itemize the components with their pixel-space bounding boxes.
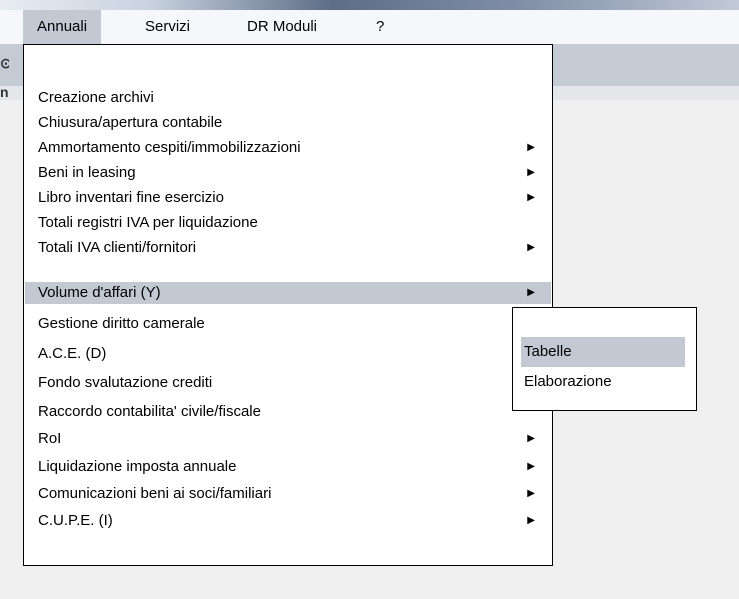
menu-item-comunicazioni-beni[interactable]: Comunicazioni beni ai soci/familiari ▶ <box>25 483 551 505</box>
menu-item-totali-registri-iva[interactable]: Totali registri IVA per liquidazione <box>25 212 551 234</box>
menu-item-label: Ammortamento cespiti/immobilizzazioni <box>38 139 301 156</box>
volume-affari-submenu: Tabelle Elaborazione <box>512 307 697 411</box>
annuali-dropdown-menu: Creazione archivi Chiusura/apertura cont… <box>23 44 553 566</box>
menu-item-fondo-svalutazione[interactable]: Fondo svalutazione crediti <box>25 372 551 394</box>
background-window-text: ne <box>0 84 9 100</box>
menu-item-label: A.C.E. (D) <box>38 345 107 362</box>
submenu-item-elaborazione[interactable]: Elaborazione <box>521 367 685 397</box>
menu-item-ace[interactable]: A.C.E. (D) <box>25 343 551 365</box>
menu-item-label: Gestione diritto camerale <box>38 315 205 332</box>
menu-item-libro-inventari[interactable]: Libro inventari fine esercizio ▶ <box>25 187 551 209</box>
menu-item-label: Totali registri IVA per liquidazione <box>38 214 258 231</box>
submenu-arrow-icon: ▶ <box>527 242 535 253</box>
menu-item-liquidazione-imposta[interactable]: Liquidazione imposta annuale ▶ <box>25 456 551 478</box>
window-title-strip <box>0 0 739 10</box>
submenu-arrow-icon: ▶ <box>527 192 535 203</box>
menu-item-chiusura-apertura[interactable]: Chiusura/apertura contabile <box>25 112 551 134</box>
menu-item-diritto-camerale[interactable]: Gestione diritto camerale <box>25 313 551 335</box>
menu-item-label: C.U.P.E. (I) <box>38 512 113 529</box>
menu-item-label: Raccordo contabilita' civile/fiscale <box>38 403 261 420</box>
submenu-arrow-icon: ▶ <box>527 515 535 526</box>
menu-item-cupe[interactable]: C.U.P.E. (I) ▶ <box>25 510 551 532</box>
menu-item-beni-leasing[interactable]: Beni in leasing ▶ <box>25 162 551 184</box>
menu-item-label: Totali IVA clienti/fornitori <box>38 239 197 256</box>
submenu-arrow-icon: ▶ <box>527 488 535 499</box>
submenu-arrow-icon: ▶ <box>527 287 535 298</box>
menu-item-label: Creazione archivi <box>38 89 154 106</box>
menu-item-label: Beni in leasing <box>38 164 136 181</box>
menu-item-label: Chiusura/apertura contabile <box>38 114 223 131</box>
menu-item-label: RoI <box>38 430 62 447</box>
submenu-item-tabelle[interactable]: Tabelle <box>521 337 685 367</box>
toolbar-icon[interactable]: ⊙ <box>0 55 9 72</box>
menu-item-ammortamento[interactable]: Ammortamento cespiti/immobilizzazioni ▶ <box>25 137 551 159</box>
menu-item-label: Comunicazioni beni ai soci/familiari <box>38 485 272 502</box>
menu-item-rol[interactable]: RoI ▶ <box>25 428 551 450</box>
menu-item-label: Volume d'affari (Y) <box>38 284 161 301</box>
menu-item-creazione-archivi[interactable]: Creazione archivi <box>25 87 551 109</box>
submenu-arrow-icon: ▶ <box>527 142 535 153</box>
submenu-arrow-icon: ▶ <box>527 433 535 444</box>
menu-dr-moduli[interactable]: DR Moduli <box>233 10 331 44</box>
menu-servizi[interactable]: Servizi <box>131 10 204 44</box>
menu-item-volume-affari[interactable]: Volume d'affari (Y) ▶ <box>25 282 551 304</box>
menu-item-label: Fondo svalutazione crediti <box>38 374 213 391</box>
menu-item-label: Libro inventari fine esercizio <box>38 189 224 206</box>
submenu-arrow-icon: ▶ <box>527 461 535 472</box>
menu-item-totali-iva-clienti[interactable]: Totali IVA clienti/fornitori ▶ <box>25 237 551 259</box>
submenu-arrow-icon: ▶ <box>527 167 535 178</box>
menu-item-label: Liquidazione imposta annuale <box>38 458 237 475</box>
menu-help[interactable]: ? <box>362 10 398 44</box>
menu-annuali[interactable]: Annuali <box>23 10 102 44</box>
menu-item-raccordo-contabilita[interactable]: Raccordo contabilita' civile/fiscale <box>25 401 551 423</box>
